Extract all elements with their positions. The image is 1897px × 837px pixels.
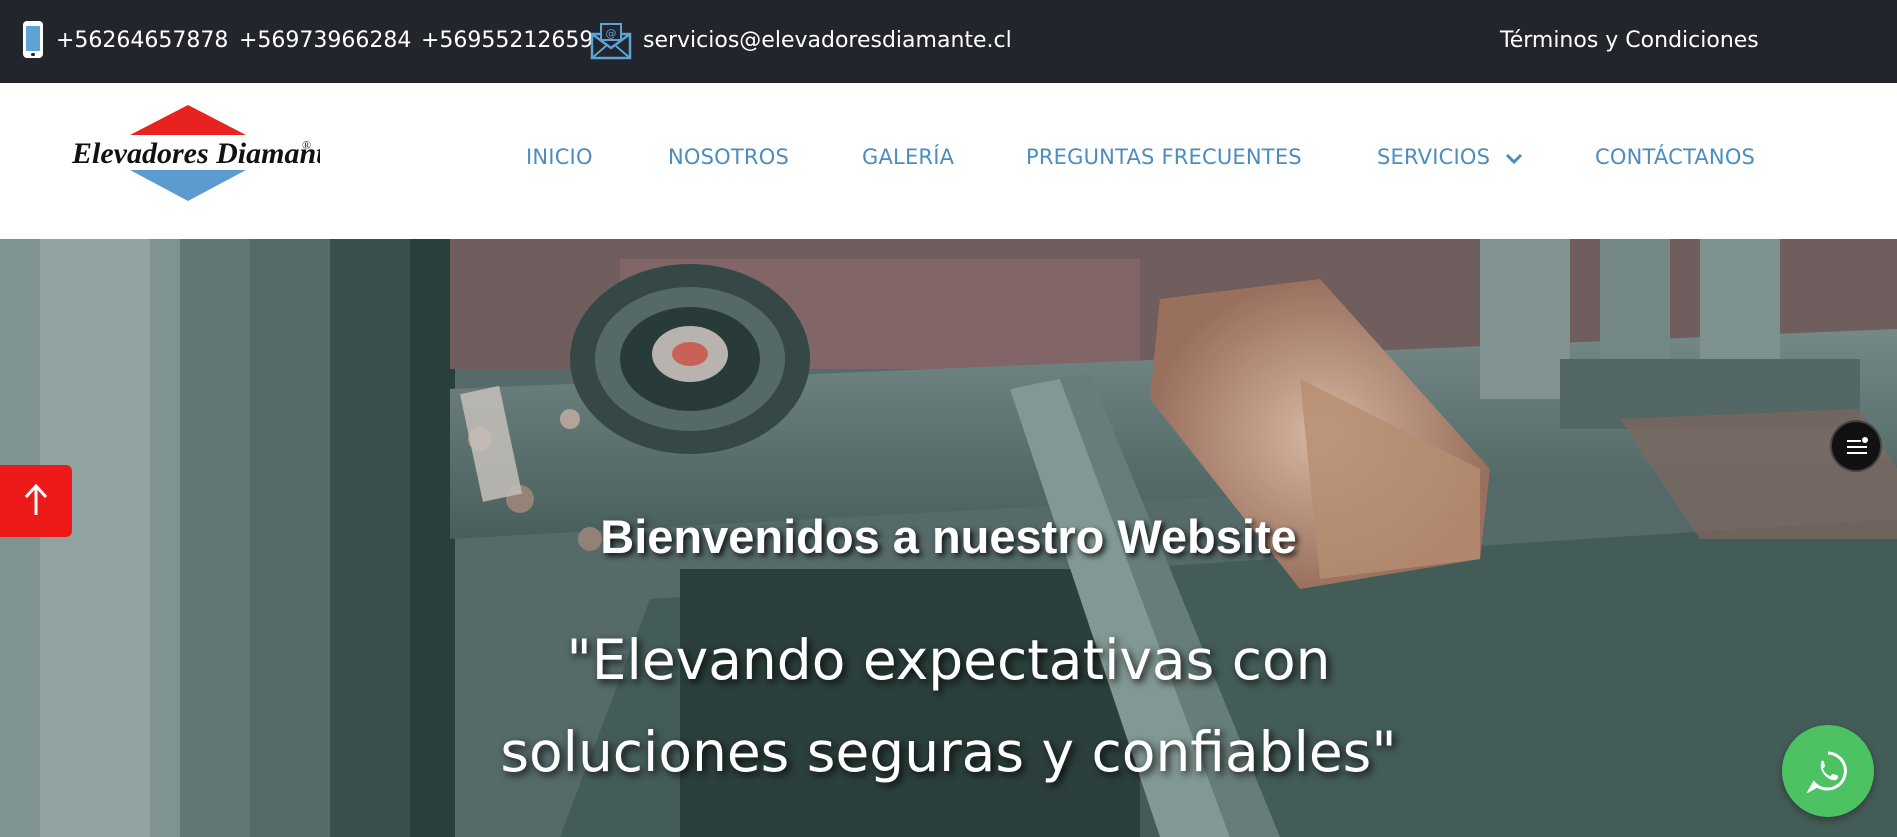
nav-contactanos[interactable]: CONTÁCTANOS <box>1595 145 1755 169</box>
site-logo[interactable]: Elevadores Diamante ® <box>70 103 320 223</box>
back-to-top-button[interactable] <box>0 465 72 537</box>
hero-title: Bienvenidos a nuestro Website <box>600 510 1297 563</box>
hero-subtitle: "Elevando expectativas con soluciones se… <box>500 628 1397 784</box>
whatsapp-button[interactable] <box>1782 725 1874 817</box>
phone-link-1[interactable]: +56264657878 <box>56 26 228 56</box>
email-link[interactable]: servicios@elevadoresdiamante.cl <box>643 26 1012 56</box>
phone-icon <box>23 21 43 58</box>
nav-nosotros[interactable]: NOSOTROS <box>668 145 789 169</box>
nav-galeria[interactable]: GALERÍA <box>862 145 954 169</box>
terms-link[interactable]: Términos y Condiciones <box>1500 26 1759 56</box>
whatsapp-icon <box>1806 751 1847 793</box>
logo-blue-triangle <box>130 170 246 201</box>
nav-inicio[interactable]: INICIO <box>526 145 593 169</box>
nav-preguntas-frecuentes[interactable]: PREGUNTAS FRECUENTES <box>1026 145 1302 169</box>
phone-link-2[interactable]: +56973966284 <box>239 26 411 56</box>
site-header: Elevadores Diamante ® INICIO NOSOTROS GA… <box>0 83 1897 239</box>
top-contact-bar: +56264657878 +56973966284 +56955212659 @… <box>0 0 1897 83</box>
svg-text:@: @ <box>606 27 617 40</box>
arrow-up-icon <box>24 483 48 515</box>
menu-icon <box>1847 437 1868 454</box>
logo-text: Elevadores Diamante <box>71 137 320 170</box>
hero-banner: Bienvenidos a nuestro Website "Elevando … <box>0 239 1897 837</box>
phone-link-3[interactable]: +56955212659 <box>421 26 593 56</box>
chevron-down-icon[interactable] <box>1505 152 1523 166</box>
logo-red-triangle <box>130 105 246 135</box>
nav-servicios[interactable]: SERVICIOS <box>1377 145 1490 169</box>
side-menu-button[interactable] <box>1830 420 1882 472</box>
logo-registered-mark: ® <box>302 138 311 152</box>
mail-icon: @ <box>590 23 632 60</box>
